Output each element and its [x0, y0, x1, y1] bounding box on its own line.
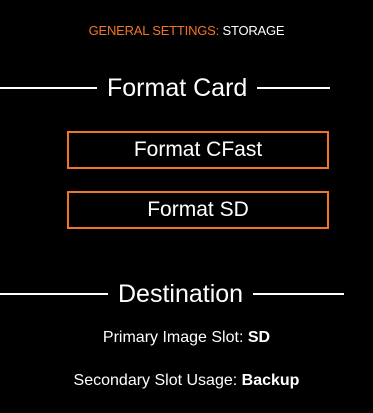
breadcrumb-page: STORAGE	[219, 23, 285, 38]
heading-divider-left	[0, 293, 108, 295]
secondary-slot-value[interactable]: Backup	[242, 372, 300, 389]
destination-title: Destination	[118, 280, 244, 308]
breadcrumb-section: GENERAL SETTINGS:	[88, 23, 220, 38]
format-sd-button[interactable]: Format SD	[67, 191, 329, 229]
format-card-heading: Format Card	[0, 71, 373, 105]
heading-divider-right	[257, 87, 331, 89]
heading-divider-left	[0, 87, 97, 89]
heading-divider-right	[253, 293, 345, 295]
secondary-slot-label: Secondary Slot Usage:	[73, 372, 242, 389]
primary-slot-label: Primary Image Slot:	[102, 329, 248, 346]
primary-image-slot-setting[interactable]: Primary Image Slot: SD	[0, 328, 373, 348]
secondary-slot-usage-setting[interactable]: Secondary Slot Usage: Backup	[0, 371, 373, 391]
format-cfast-button[interactable]: Format CFast	[67, 131, 329, 169]
breadcrumb: GENERAL SETTINGS: STORAGE	[0, 23, 373, 39]
format-card-title: Format Card	[107, 74, 248, 102]
primary-slot-value[interactable]: SD	[248, 329, 270, 346]
destination-heading: Destination	[0, 277, 373, 311]
